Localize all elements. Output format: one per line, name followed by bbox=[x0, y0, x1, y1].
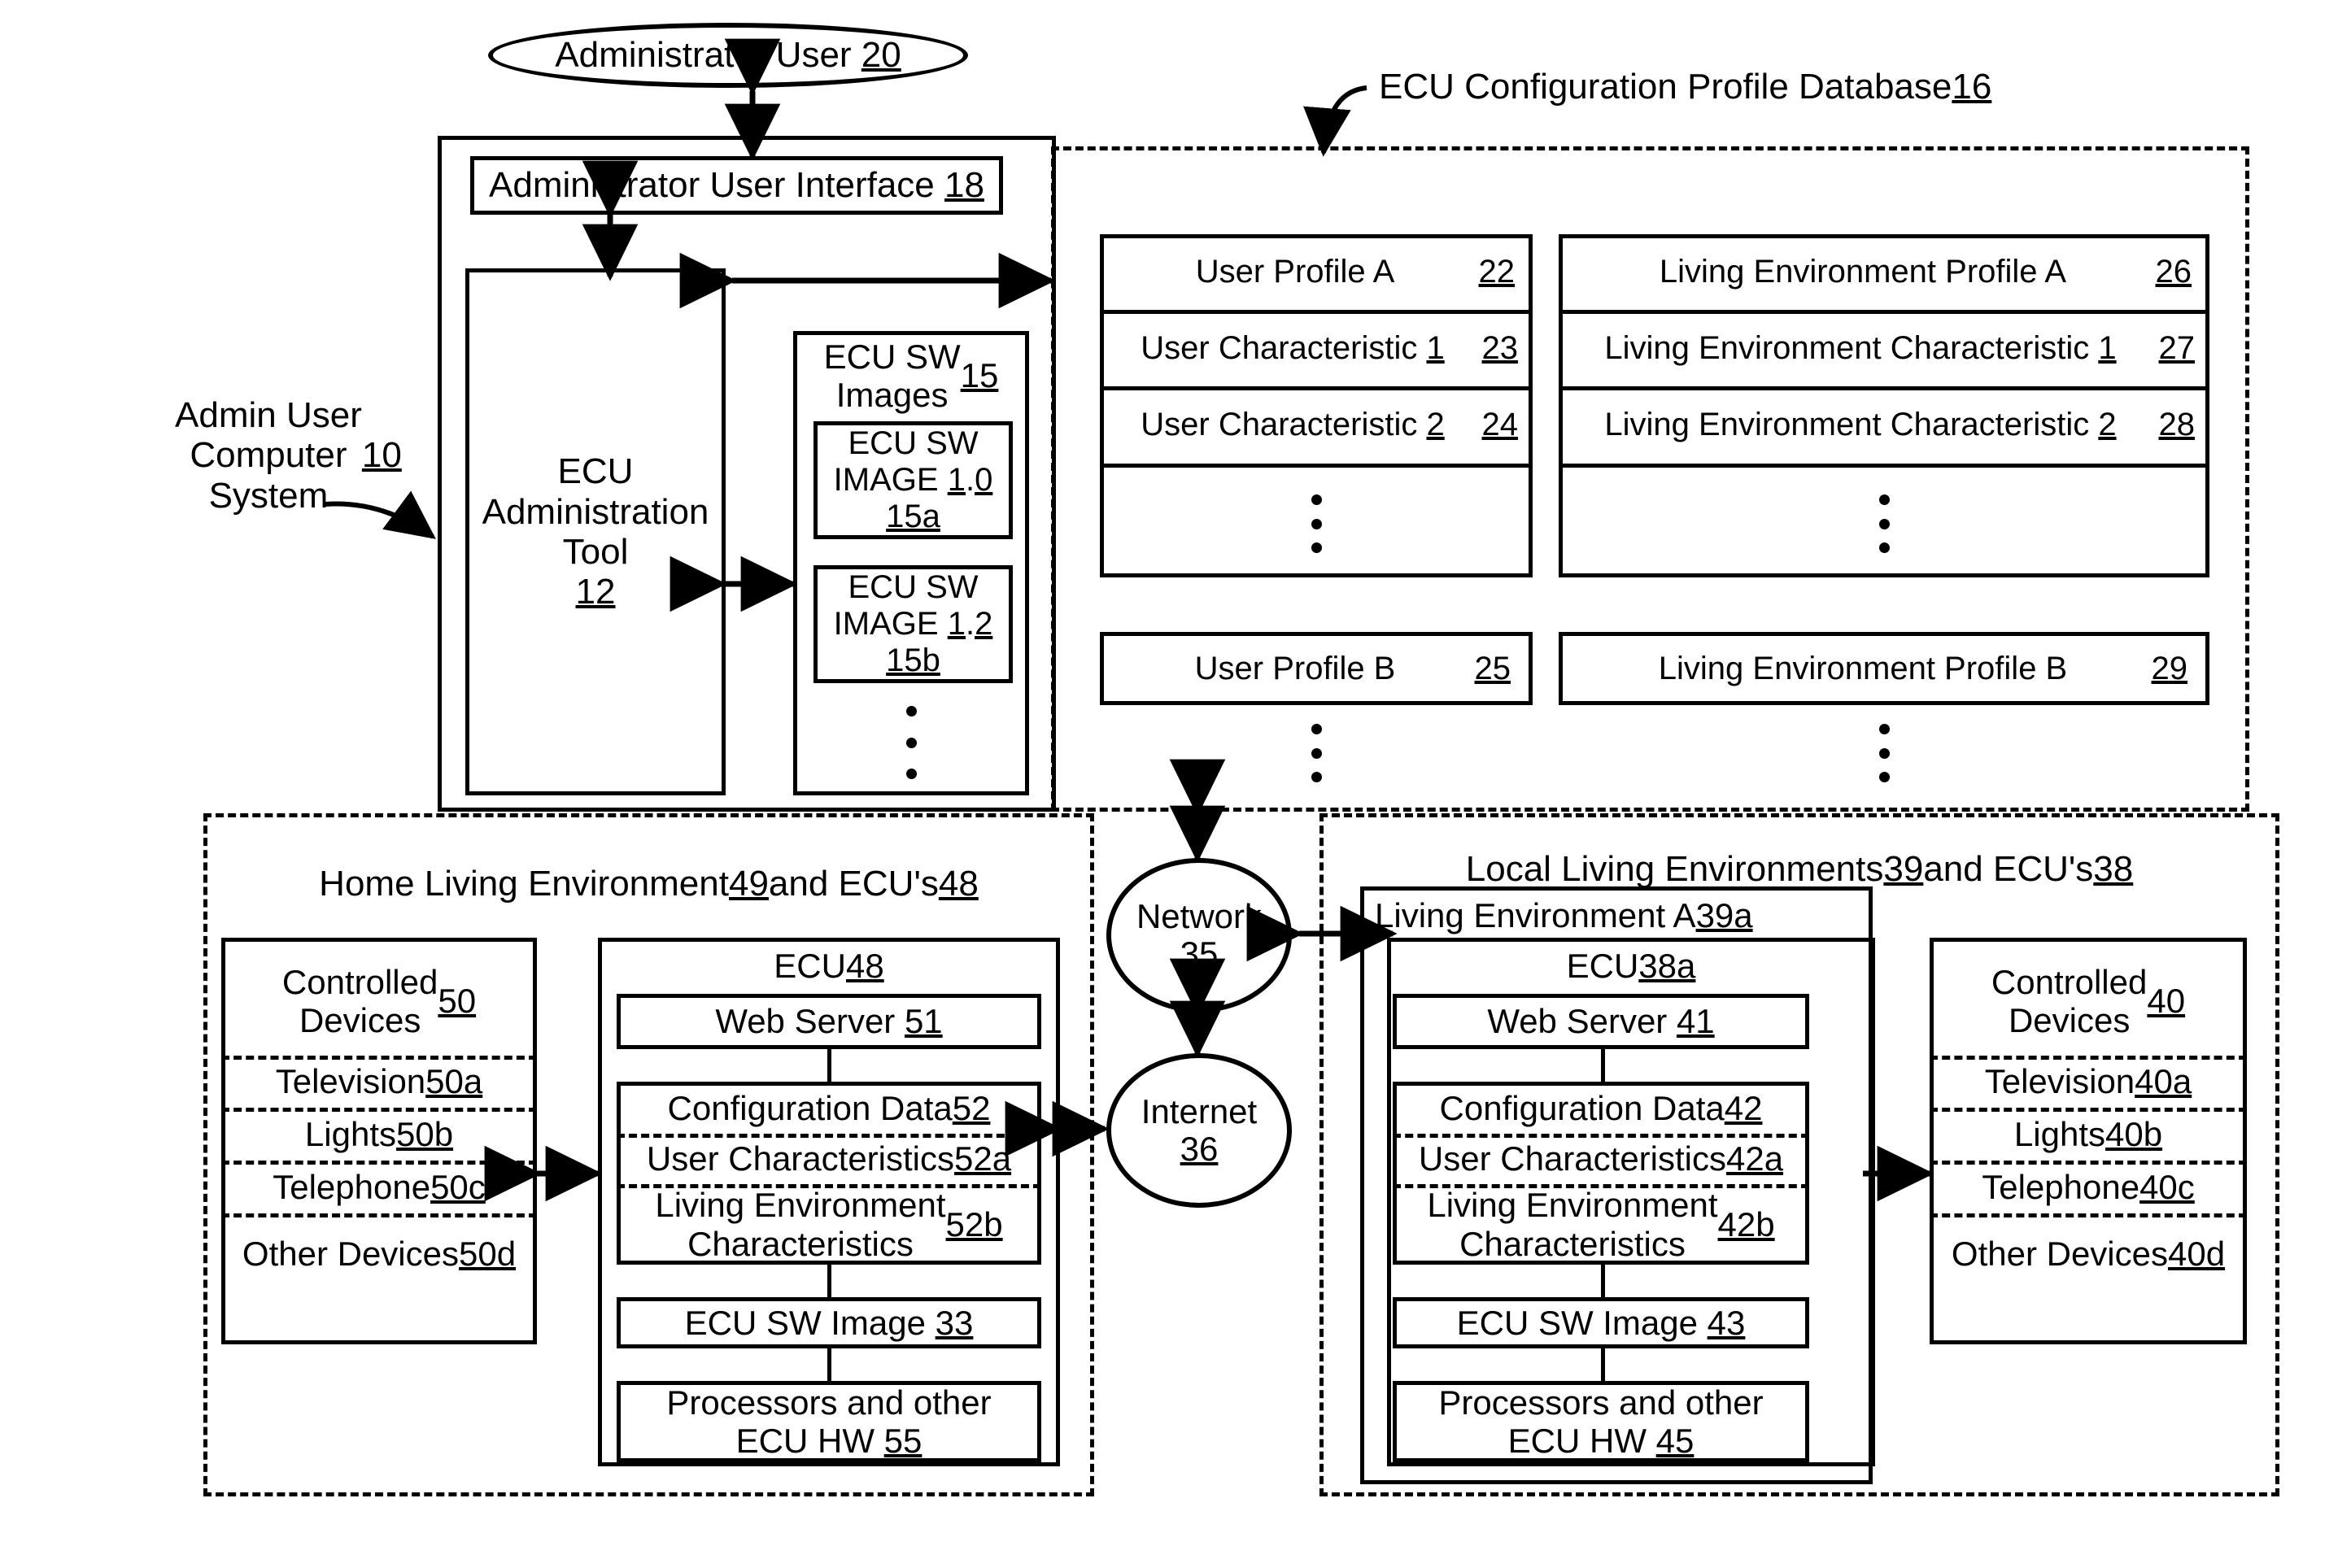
local-ecu-link-2 bbox=[1601, 1265, 1605, 1297]
ecu-sw-image-15b-box: ECU SW IMAGE 1.2 15b bbox=[813, 565, 1013, 683]
env-stack-ellipsis bbox=[1879, 494, 1890, 553]
local-web-server-box: Web Server 41 bbox=[1393, 994, 1809, 1049]
home-web-server-box: Web Server 51 bbox=[617, 994, 1041, 1049]
living-environment-characteristic-1-ref: 27 bbox=[2158, 329, 2196, 366]
home-device-other: Other Devices 50d bbox=[242, 1235, 517, 1274]
local-device-lights: Lights 40b bbox=[2013, 1114, 2163, 1153]
figure-canvas: Admin User Computer System 10 Administrato… bbox=[0, 0, 2351, 1568]
ecu-sw-image-15a-label: ECU SW IMAGE 1.0 15a bbox=[833, 425, 993, 534]
internet-node: Internet 36 bbox=[1106, 1053, 1292, 1208]
home-ecu-hardware-box: Processors and other ECU HW 55 bbox=[617, 1381, 1041, 1462]
living-environment-characteristic-1-row: Living Environment Characteristic 1 27 bbox=[1559, 310, 2209, 386]
local-user-characteristics-label: User Characteristics 42a bbox=[1418, 1139, 1784, 1178]
user-characteristic-2-label: User Characteristic 2 bbox=[1141, 407, 1445, 443]
home-device-telephone: Telephone 50c bbox=[273, 1167, 486, 1206]
local-device-telephone: Telephone 40c bbox=[1982, 1167, 2195, 1206]
living-environment-profile-b-ref: 29 bbox=[2151, 650, 2188, 686]
user-profile-b-label: User Profile B bbox=[1194, 650, 1396, 686]
living-environment-characteristic-2-label: Living Environment Characteristic 2 bbox=[1604, 407, 2117, 443]
user-profile-a-row: User Profile A 22 bbox=[1100, 234, 1533, 310]
home-user-characteristics-label: User Characteristics 52a bbox=[646, 1139, 1012, 1178]
local-controlled-devices-title: Controlled Devices 40 bbox=[1991, 962, 2186, 1039]
network-node: Network 35 bbox=[1106, 858, 1292, 1013]
ecu-administration-tool-box: ECU Administration Tool 12 bbox=[465, 268, 726, 795]
user-characteristic-2-row: User Characteristic 2 24 bbox=[1100, 386, 1533, 464]
living-environment-profile-b-label: Living Environment Profile B bbox=[1658, 650, 2068, 686]
ecu-sw-images-title: ECU SW Images 15 bbox=[823, 337, 999, 414]
living-environment-characteristic-2-row: Living Environment Characteristic 2 28 bbox=[1559, 386, 2209, 464]
user-characteristic-1-row: User Characteristic 1 23 bbox=[1100, 310, 1533, 386]
env-profiles-ellipsis bbox=[1879, 724, 1890, 782]
home-ecu-link-2 bbox=[827, 1265, 831, 1297]
env-stack-divider-3 bbox=[1559, 464, 2209, 468]
home-ecu-hardware-label: Processors and other ECU HW 55 bbox=[666, 1383, 992, 1460]
admin-system-label: Admin User Computer System 10 bbox=[175, 395, 402, 516]
local-ecu-sw-image-box: ECU SW Image 43 bbox=[1393, 1297, 1809, 1348]
home-controlled-devices-title: Controlled Devices 50 bbox=[281, 962, 477, 1039]
living-environment-profile-a-ref: 26 bbox=[2155, 254, 2192, 290]
ecu-sw-image-15a-box: ECU SW IMAGE 1.0 15a bbox=[813, 421, 1013, 539]
home-device-lights: Lights 50b bbox=[304, 1114, 454, 1153]
living-environment-profile-b-box: Living Environment Profile B 29 bbox=[1559, 632, 2209, 705]
user-profile-b-ref: 25 bbox=[1474, 650, 1511, 686]
home-configuration-data-label: Configuration Data 52 bbox=[667, 1089, 991, 1128]
local-ecu-link-1 bbox=[1601, 1049, 1605, 1082]
administrator-user-actor: Administrator User 20 bbox=[488, 23, 968, 88]
local-configuration-data-label: Configuration Data 42 bbox=[1439, 1089, 1763, 1128]
local-device-other: Other Devices 40d bbox=[1951, 1235, 2226, 1274]
home-ecu-sw-image-box: ECU SW Image 33 bbox=[617, 1297, 1041, 1348]
sw-images-ellipsis bbox=[906, 706, 917, 779]
ecu-configuration-profile-database-label: ECU Configuration Profile Database 16 bbox=[1379, 67, 1992, 107]
local-living-env-characteristics-label: Living Environment Characteristics 42b bbox=[1427, 1186, 1775, 1263]
administrator-user-label: Administrator User 20 bbox=[555, 34, 901, 75]
internet-label: Internet 36 bbox=[1141, 1091, 1258, 1168]
local-ecu-hardware-label: Processors and other ECU HW 45 bbox=[1438, 1383, 1764, 1460]
local-ecu-title: ECU 38a bbox=[1566, 947, 1696, 986]
local-ecu-link-3 bbox=[1601, 1348, 1605, 1381]
home-living-environment-title: Home Living Environment 49 and ECU's 48 bbox=[319, 864, 979, 904]
home-device-television: Television 50a bbox=[275, 1062, 483, 1101]
local-ecu-hardware-box: Processors and other ECU HW 45 bbox=[1393, 1381, 1809, 1462]
user-stack-divider-3 bbox=[1100, 464, 1533, 468]
living-environment-characteristic-2-ref: 28 bbox=[2158, 407, 2196, 443]
home-ecu-link-3 bbox=[827, 1348, 831, 1381]
user-stack-ellipsis bbox=[1311, 494, 1322, 553]
home-living-env-characteristics-label: Living Environment Characteristics 52b bbox=[655, 1186, 1003, 1263]
local-device-television: Television 40a bbox=[1984, 1062, 2192, 1101]
administrator-user-interface-label: Administrator User Interface 18 bbox=[489, 165, 984, 206]
user-characteristic-1-ref: 23 bbox=[1481, 329, 1519, 366]
living-environment-profile-a-label: Living Environment Profile A bbox=[1659, 254, 2067, 290]
ecu-sw-image-15b-label: ECU SW IMAGE 1.2 15b bbox=[833, 569, 993, 678]
user-profiles-ellipsis bbox=[1311, 724, 1322, 782]
home-ecu-link-1 bbox=[827, 1049, 831, 1082]
local-ecu-sw-image-label: ECU SW Image 43 bbox=[1456, 1303, 1746, 1342]
living-environment-profile-a-row: Living Environment Profile A 26 bbox=[1559, 234, 2209, 310]
home-ecu-sw-image-label: ECU SW Image 33 bbox=[684, 1303, 974, 1342]
living-environment-a-title: Living Environment A 39a bbox=[1375, 896, 1753, 935]
user-profile-a-label: User Profile A bbox=[1195, 254, 1395, 290]
home-web-server-label: Web Server 51 bbox=[715, 1002, 943, 1041]
local-web-server-label: Web Server 41 bbox=[1487, 1002, 1715, 1041]
living-environment-characteristic-1-label: Living Environment Characteristic 1 bbox=[1604, 329, 2117, 366]
user-profile-b-box: User Profile B 25 bbox=[1100, 632, 1533, 705]
user-characteristic-1-label: User Characteristic 1 bbox=[1141, 329, 1445, 366]
ecu-administration-tool-label: ECU Administration Tool 12 bbox=[482, 451, 709, 612]
user-profile-a-ref: 22 bbox=[1478, 254, 1516, 290]
administrator-user-interface-box: Administrator User Interface 18 bbox=[470, 156, 1003, 215]
network-label: Network 35 bbox=[1136, 896, 1263, 973]
user-characteristic-2-ref: 24 bbox=[1481, 407, 1519, 443]
home-ecu-title: ECU 48 bbox=[774, 947, 884, 986]
